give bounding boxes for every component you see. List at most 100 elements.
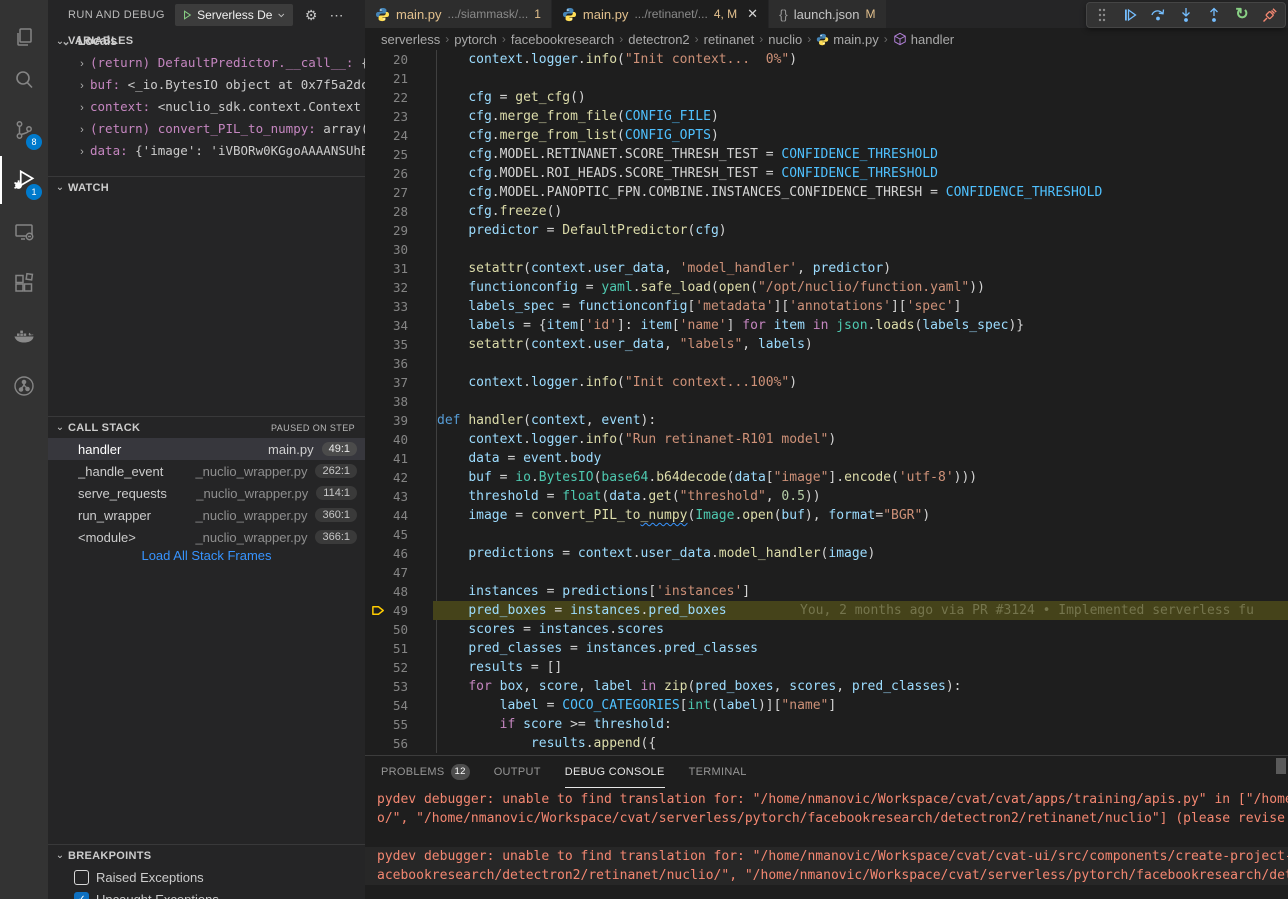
panel-tab[interactable]: DEBUG CONSOLE — [565, 757, 665, 788]
remote-explorer-icon[interactable] — [0, 208, 48, 256]
breakpoint-row[interactable]: Raised Exceptions — [48, 866, 365, 888]
code-line[interactable]: 52 results = [] — [365, 658, 1288, 677]
code-line[interactable]: 31 setattr(context.user_data, 'model_han… — [365, 259, 1288, 278]
variable-row[interactable]: ›(return) convert_PIL_to_numpy: array([[… — [48, 118, 365, 140]
breadcrumb-item[interactable]: serverless — [381, 32, 440, 47]
panel-tab[interactable]: OUTPUT — [494, 757, 541, 788]
panel-tab[interactable]: TERMINAL — [689, 757, 747, 788]
watch-header[interactable]: ⌄ WATCH — [48, 176, 365, 198]
debug-config-dropdown[interactable]: Serverless Debu — [175, 4, 293, 26]
code-line[interactable]: 39def handler(context, event): — [365, 411, 1288, 430]
step-over-button[interactable] — [1149, 6, 1167, 24]
variables-header[interactable]: ⌄ VARIABLES — [48, 30, 365, 52]
code-line[interactable]: 45 — [365, 525, 1288, 544]
code-line[interactable]: 49 pred_boxes = instances.pred_boxesYou,… — [365, 601, 1288, 620]
variable-row[interactable]: ›buf: <_io.BytesIO object at 0x7f5a2dc1e… — [48, 74, 365, 96]
call-stack-header[interactable]: ⌄ CALL STACK PAUSED ON STEP — [48, 416, 365, 438]
variable-row[interactable]: ›data: {'image': 'iVBORw0KGgoAAAANSUhE… — [48, 140, 365, 162]
close-icon[interactable]: ✕ — [747, 6, 758, 22]
code-line[interactable]: 41 data = event.body — [365, 449, 1288, 468]
breadcrumb-item[interactable]: nuclio — [768, 32, 802, 47]
line-number: 52 — [377, 658, 408, 677]
code-line[interactable]: 46 predictions = context.user_data.model… — [365, 544, 1288, 563]
breakpoint-checkbox[interactable] — [74, 870, 89, 885]
gitlens-icon[interactable] — [0, 362, 48, 410]
breakpoint-row[interactable]: ✓Uncaught Exceptions — [48, 888, 365, 899]
variable-row[interactable]: ›context: <nuclio_sdk.context.Context ob… — [48, 96, 365, 118]
code-line[interactable]: 44 image = convert_PIL_to_numpy(Image.op… — [365, 506, 1288, 525]
restart-button[interactable]: ↻ — [1233, 6, 1251, 24]
breadcrumb-item[interactable]: pytorch — [454, 32, 497, 47]
code-line[interactable]: 21 — [365, 69, 1288, 88]
run-and-debug-icon[interactable]: 1 — [0, 156, 48, 204]
code-line[interactable]: 22 cfg = get_cfg() — [365, 88, 1288, 107]
breakpoint-checkbox[interactable]: ✓ — [74, 892, 89, 899]
explorer-icon[interactable] — [0, 14, 48, 62]
code-line[interactable]: 37 context.logger.info("Init context...1… — [365, 373, 1288, 392]
code-line[interactable]: 56 results.append({ — [365, 734, 1288, 753]
stack-frame-row[interactable]: run_wrapper_nuclio_wrapper.py360:1 — [48, 504, 365, 526]
breadcrumb-item[interactable]: handler — [893, 32, 954, 47]
breadcrumb-item[interactable]: detectron2 — [628, 32, 689, 47]
code-line[interactable]: 27 cfg.MODEL.PANOPTIC_FPN.COMBINE.INSTAN… — [365, 183, 1288, 202]
console-message[interactable]: pydev debugger: unable to find translati… — [365, 790, 1288, 828]
code-line[interactable]: 43 threshold = float(data.get("threshold… — [365, 487, 1288, 506]
docker-icon[interactable] — [0, 312, 48, 360]
stack-frame-row[interactable]: _handle_event_nuclio_wrapper.py262:1 — [48, 460, 365, 482]
code-line[interactable]: 55 if score >= threshold: — [365, 715, 1288, 734]
panel-tab[interactable]: PROBLEMS12 — [381, 757, 470, 788]
disconnect-button[interactable] — [1261, 6, 1279, 24]
variable-row[interactable]: ›(return) DefaultPredictor.__call__: {'i… — [48, 52, 365, 74]
code-line[interactable]: 48 instances = predictions['instances'] — [365, 582, 1288, 601]
code-line[interactable]: 25 cfg.MODEL.RETINANET.SCORE_THRESH_TEST… — [365, 145, 1288, 164]
code-line[interactable]: 26 cfg.MODEL.ROI_HEADS.SCORE_THRESH_TEST… — [365, 164, 1288, 183]
code-line[interactable]: 33 labels_spec = functionconfig['metadat… — [365, 297, 1288, 316]
code-line[interactable]: 54 label = COCO_CATEGORIES[int(label)]["… — [365, 696, 1288, 715]
extensions-icon[interactable] — [0, 260, 48, 308]
step-out-button[interactable] — [1205, 6, 1223, 24]
continue-button[interactable] — [1121, 6, 1139, 24]
code-line[interactable]: 28 cfg.freeze() — [365, 202, 1288, 221]
source-control-icon[interactable]: 8 — [0, 106, 48, 154]
panel-scrollbar[interactable] — [1276, 758, 1286, 774]
code-line[interactable]: 36 — [365, 354, 1288, 373]
stack-frame-row[interactable]: serve_requests_nuclio_wrapper.py114:1 — [48, 482, 365, 504]
code-text: setattr(context.user_data, "labels", lab… — [437, 335, 813, 354]
load-all-stack-frames-link[interactable]: Load All Stack Frames — [48, 548, 365, 568]
gear-icon[interactable]: ⚙ — [305, 7, 318, 24]
code-line[interactable]: 32 functionconfig = yaml.safe_load(open(… — [365, 278, 1288, 297]
stack-frame-row[interactable]: handlermain.py49:1 — [48, 438, 365, 460]
line-number: 22 — [377, 88, 408, 107]
code-line[interactable]: 24 cfg.merge_from_list(CONFIG_OPTS) — [365, 126, 1288, 145]
editor-tab[interactable]: {}launch.jsonM — [769, 0, 886, 28]
code-line[interactable]: 50 scores = instances.scores — [365, 620, 1288, 639]
toolbar-grip[interactable] — [1093, 6, 1111, 24]
code-line[interactable]: 29 predictor = DefaultPredictor(cfg) — [365, 221, 1288, 240]
stack-frame-row[interactable]: <module>_nuclio_wrapper.py366:1 — [48, 526, 365, 548]
code-line[interactable]: 51 pred_classes = instances.pred_classes — [365, 639, 1288, 658]
code-line[interactable]: 30 — [365, 240, 1288, 259]
code-line[interactable]: 34 labels = {item['id']: item['name'] fo… — [365, 316, 1288, 335]
code-line[interactable]: 53 for box, score, label in zip(pred_box… — [365, 677, 1288, 696]
more-actions-icon[interactable]: ⋯ — [329, 7, 343, 24]
console-message[interactable]: pydev debugger: unable to find translati… — [365, 847, 1288, 885]
code-line[interactable]: 40 context.logger.info("Run retinanet-R1… — [365, 430, 1288, 449]
console-line: acebookresearch/detectron2/retinanet/nuc… — [365, 866, 1288, 885]
code-editor[interactable]: 20 context.logger.info("Init context... … — [365, 50, 1288, 755]
code-line[interactable]: 23 cfg.merge_from_file(CONFIG_FILE) — [365, 107, 1288, 126]
editor-tab[interactable]: main.py.../siammask/...1 — [365, 0, 552, 28]
breadcrumb-item[interactable]: retinanet — [704, 32, 755, 47]
code-line[interactable]: 42 buf = io.BytesIO(base64.b64decode(dat… — [365, 468, 1288, 487]
code-line[interactable]: 47 — [365, 563, 1288, 582]
editor-tab[interactable]: main.py.../retinanet/...4, M✕ — [552, 0, 769, 28]
breadcrumb-item[interactable]: main.py — [816, 32, 879, 47]
code-line[interactable]: 35 setattr(context.user_data, "labels", … — [365, 335, 1288, 354]
search-icon[interactable] — [0, 56, 48, 104]
breakpoints-header[interactable]: ⌄ BREAKPOINTS — [48, 844, 365, 866]
code-text: results = [] — [437, 658, 562, 677]
step-into-button[interactable] — [1177, 6, 1195, 24]
breadcrumb-item[interactable]: facebookresearch — [511, 32, 614, 47]
code-line[interactable]: 38 — [365, 392, 1288, 411]
code-line[interactable]: 20 context.logger.info("Init context... … — [365, 50, 1288, 69]
debug-console-output[interactable]: pydev debugger: unable to find translati… — [365, 790, 1288, 899]
